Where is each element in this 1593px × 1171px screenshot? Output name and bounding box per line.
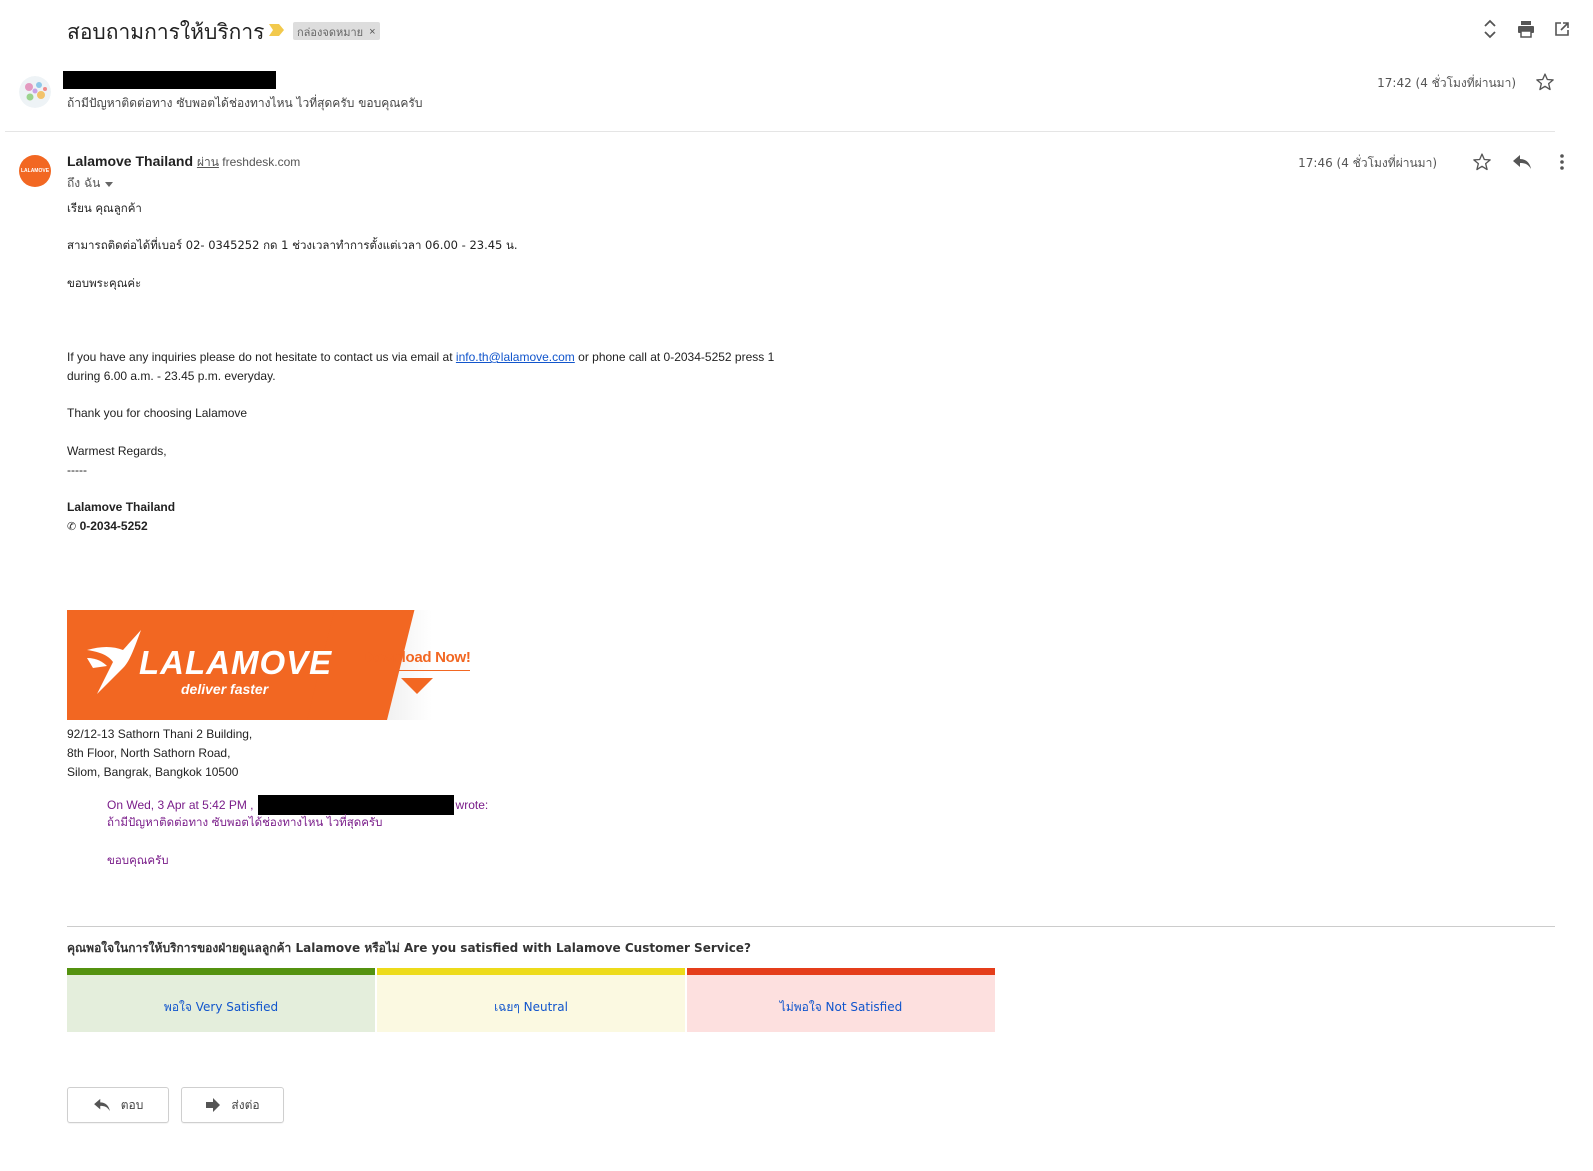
reply-icon[interactable] (1511, 151, 1533, 173)
forward-button-label: ส่งต่อ (231, 1097, 260, 1112)
message-time: 17:42 (4 ชั่วโมงที่ผ่านมา) (1377, 76, 1516, 90)
brand-wordmark: LALAMOVE (139, 644, 333, 681)
important-marker-icon[interactable] (268, 23, 285, 37)
thank-you-line: Thank you for choosing Lalamove (67, 406, 248, 420)
survey-divider (67, 926, 1555, 927)
phone-icon: ✆ (67, 520, 77, 533)
star-icon[interactable] (1535, 72, 1555, 95)
more-options-icon[interactable] (1551, 151, 1573, 173)
inbox-label-chip: กล่องจดหมาย × (293, 22, 380, 40)
survey-option-neutral[interactable]: เฉยๆ Neutral (377, 968, 685, 1032)
regards-line: Warmest Regards, (67, 444, 167, 458)
survey-options: พอใจ Very Satisfied เฉยๆ Neutral ไม่พอใจ… (67, 968, 995, 1032)
redacted-sender-name (63, 71, 276, 89)
message-divider (5, 131, 1555, 132)
quoted-line: ถ้ามีปัญหาติดต่อทาง ซับพอตได้ช่องทางไหน … (107, 815, 383, 829)
redacted-quoted-sender (257, 795, 454, 815)
english-contact-line: If you have any inquiries please do not … (67, 348, 774, 367)
brand-tagline: deliver faster (181, 681, 269, 697)
inbox-label-text: กล่องจดหมาย (297, 26, 364, 39)
message-time: 17:46 (4 ชั่วโมงที่ผ่านมา) (1298, 156, 1437, 170)
english-contact-phone: or phone call at 0-2034-5252 press 1 (574, 350, 775, 364)
quoted-wrote: wrote: (455, 797, 489, 812)
thread-toolbar (1479, 18, 1573, 40)
cta-underline (360, 670, 470, 671)
recipient-text: ถึง ฉัน (67, 176, 101, 190)
address-line: 92/12-13 Sathorn Thani 2 Building, (67, 727, 253, 741)
reply-icon (93, 1098, 110, 1112)
quoted-header: On Wed, 3 Apr at 5:42 PM , wrote: (107, 795, 488, 815)
office-address: 92/12-13 Sathorn Thani 2 Building, 8th F… (67, 725, 252, 782)
quoted-line: ขอบคุณครับ (107, 853, 169, 867)
message-actions (1471, 151, 1573, 173)
signature-phone: ✆ 0-2034-5252 (67, 517, 148, 536)
lalamove-download-banner[interactable]: LALAMOVE deliver faster Download Now! (67, 610, 481, 720)
print-icon[interactable] (1515, 18, 1537, 40)
reply-button[interactable]: ตอบ (67, 1087, 169, 1123)
survey-option-not-satisfied[interactable]: ไม่พอใจ Not Satisfied (687, 968, 995, 1032)
sender-name[interactable]: Lalamove Thailand (67, 153, 193, 169)
email-link[interactable]: info.th@lalamove.com (456, 350, 575, 364)
sender-line: Lalamove Thailand ผ่าน freshdesk.com (67, 153, 300, 172)
survey-option-very-satisfied[interactable]: พอใจ Very Satisfied (67, 968, 375, 1032)
quoted-date: On Wed, 3 Apr at 5:42 PM , (107, 797, 254, 812)
sender-avatar[interactable]: LALAMOVE (19, 155, 51, 187)
greeting: เรียน คุณลูกค้า (67, 201, 142, 215)
chevron-down-icon (105, 181, 114, 187)
star-icon[interactable] (1471, 151, 1493, 173)
via-domain: freshdesk.com (222, 155, 301, 169)
recipient-details[interactable]: ถึง ฉัน (67, 174, 114, 193)
download-arrow-icon (401, 678, 433, 694)
via-link[interactable]: ผ่าน (197, 155, 219, 169)
signature-separator: ----- (67, 463, 87, 477)
address-line: Silom, Bangrak, Bangkok 10500 (67, 765, 239, 779)
english-contact-text: If you have any inquiries please do not … (67, 350, 456, 364)
email-subject: สอบถามการให้บริการ (67, 20, 265, 44)
survey-question: คุณพอใจในการให้บริการของฝ่ายดูแลลูกค้า L… (67, 941, 751, 955)
thai-thanks: ขอบพระคุณค่ะ (67, 276, 142, 290)
download-now-text: Download Now! (362, 649, 471, 666)
forward-icon (206, 1098, 221, 1112)
signature-name: Lalamove Thailand (67, 500, 176, 514)
reply-button-label: ตอบ (120, 1097, 144, 1112)
forward-button[interactable]: ส่งต่อ (181, 1087, 284, 1123)
remove-label-icon[interactable]: × (369, 26, 375, 38)
open-in-new-window-icon[interactable] (1551, 18, 1573, 40)
english-hours-line: during 6.00 a.m. - 23.45 p.m. everyday. (67, 369, 276, 383)
sender-avatar[interactable] (19, 76, 51, 108)
address-line: 8th Floor, North Sathorn Road, (67, 746, 231, 760)
thai-contact-line: สามารถติดต่อได้ที่เบอร์ 02- 0345252 กด 1… (67, 238, 518, 252)
message-snippet[interactable]: ถ้ามีปัญหาติดต่อทาง ซับพอตได้ช่องทางไหน … (67, 94, 422, 113)
signature-phone-number: 0-2034-5252 (79, 519, 148, 533)
expand-collapse-icon[interactable] (1479, 18, 1501, 40)
